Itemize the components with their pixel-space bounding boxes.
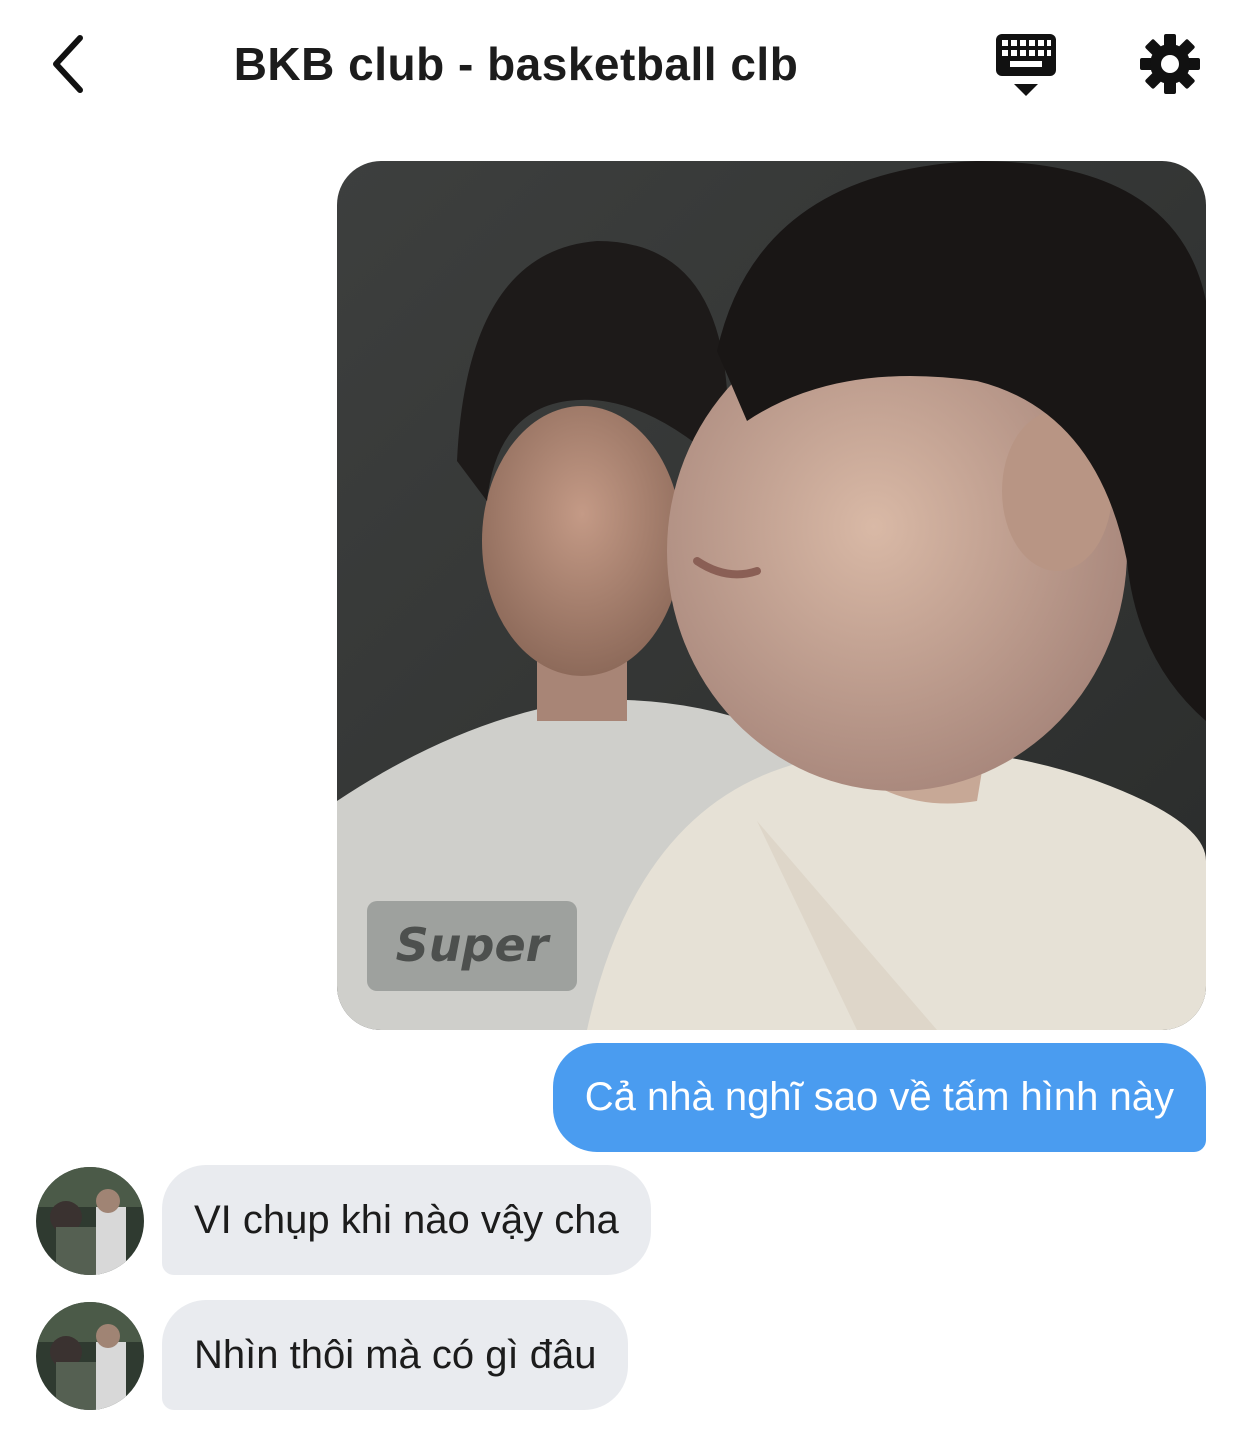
keyboard-button[interactable] — [990, 30, 1062, 102]
image-message[interactable]: Super — [337, 161, 1206, 1030]
avatar[interactable] — [36, 1167, 144, 1275]
chat-title: BKB club - basketball clb — [233, 38, 799, 90]
settings-button[interactable] — [1138, 32, 1202, 96]
avatar[interactable] — [36, 1302, 144, 1410]
message-text: Nhìn thôi mà có gì đâu — [194, 1332, 597, 1377]
svg-text:Super: Super — [396, 918, 552, 972]
message-text: VI chụp khi nào vậy cha — [194, 1197, 619, 1242]
shirt-logo: Super — [367, 901, 577, 991]
chat-header: BKB club - basketball clb — [0, 0, 1242, 128]
incoming-message[interactable]: Nhìn thôi mà có gì đâu — [162, 1300, 629, 1410]
gear-icon — [1140, 34, 1200, 94]
chevron-left-icon — [53, 35, 83, 93]
avatar-image — [36, 1302, 144, 1410]
message-photo: Super — [337, 161, 1206, 1030]
keyboard-hide-icon — [996, 34, 1056, 96]
avatar-image — [36, 1167, 144, 1275]
message-text: Cả nhà nghĩ sao về tấm hình này — [584, 1075, 1174, 1119]
back-button[interactable] — [36, 26, 100, 102]
outgoing-message[interactable]: Cả nhà nghĩ sao về tấm hình này — [552, 1043, 1206, 1152]
incoming-message[interactable]: VI chụp khi nào vậy cha — [162, 1165, 651, 1275]
